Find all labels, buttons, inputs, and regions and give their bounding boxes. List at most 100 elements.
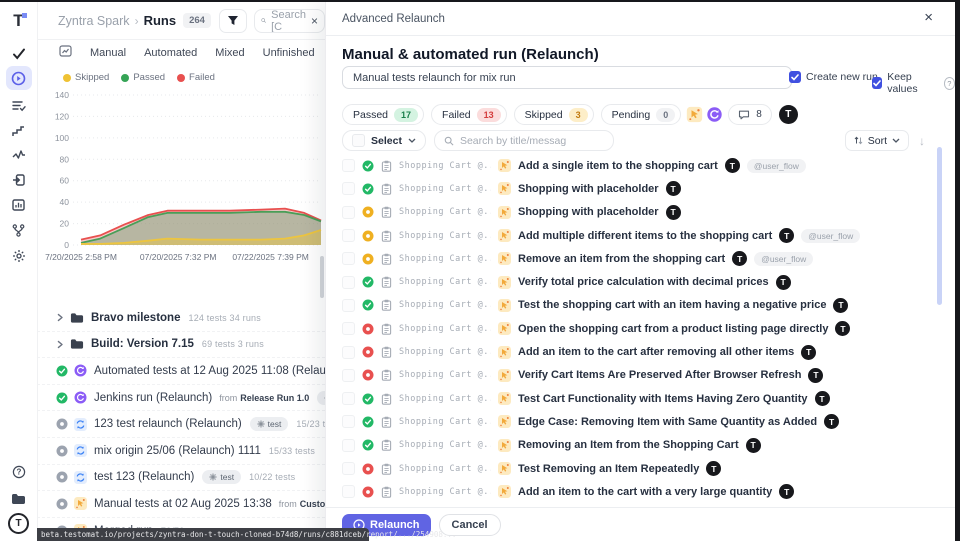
run-row[interactable]: Manual tests at 02 Aug 2025 13:38 from C… xyxy=(37,490,325,517)
test-row[interactable]: Shopping Cart @... Add multiple differen… xyxy=(342,224,921,247)
run-title[interactable]: test 123 (Relaunch) xyxy=(94,471,194,483)
test-checkbox[interactable] xyxy=(342,252,355,265)
sidebar-item-help[interactable]: ? xyxy=(0,460,37,484)
filter-chip-pending[interactable]: Pending 0 xyxy=(601,104,682,125)
test-title[interactable]: Edge Case: Removing Item with Same Quant… xyxy=(518,416,817,428)
test-checkbox[interactable] xyxy=(342,322,355,335)
test-row[interactable]: Shopping Cart @... Remove an item from t… xyxy=(342,247,921,270)
tab-automated[interactable]: Automated xyxy=(135,47,206,59)
test-title[interactable]: Test Cart Functionality with Items Havin… xyxy=(518,393,808,405)
test-row[interactable]: Shopping Cart @... Edge Case: Removing I… xyxy=(342,410,921,433)
test-title[interactable]: Add an item to the cart with a very larg… xyxy=(518,486,772,498)
sidebar-item-branches[interactable] xyxy=(0,218,37,242)
test-checkbox[interactable] xyxy=(342,346,355,359)
select-all-checkbox[interactable] xyxy=(352,134,365,147)
run-name-input[interactable] xyxy=(342,66,792,89)
sidebar-item-test-plans[interactable] xyxy=(0,94,37,118)
breadcrumb-page[interactable]: Runs xyxy=(144,13,177,28)
select-dropdown[interactable]: Select xyxy=(342,130,426,151)
expand-chevron-icon[interactable] xyxy=(56,340,64,349)
run-row[interactable]: mix origin 25/06 (Relaunch) 1111 15/33 t… xyxy=(37,437,325,464)
milestone-title[interactable]: Build: Version 7.15 xyxy=(91,338,194,350)
run-row[interactable]: test 123 (Relaunch) test 10/22 tests xyxy=(37,464,325,491)
test-checkbox[interactable] xyxy=(342,159,355,172)
sidebar-item-settings[interactable] xyxy=(0,244,37,268)
test-title[interactable]: Open the shopping cart from a product li… xyxy=(518,323,828,335)
test-checkbox[interactable] xyxy=(342,206,355,219)
run-title[interactable]: mix origin 25/06 (Relaunch) 1111 xyxy=(94,445,261,457)
run-row[interactable]: Jenkins run (Relaunch) from Release Run … xyxy=(37,384,325,411)
search-clear-icon[interactable]: × xyxy=(311,14,318,28)
test-checkbox[interactable] xyxy=(342,299,355,312)
automated-type-filter[interactable] xyxy=(708,108,721,121)
test-title[interactable]: Remove an item from the shopping cart xyxy=(518,253,725,265)
keep-values-checkbox[interactable]: Keep values ? xyxy=(872,71,955,95)
manual-type-filter[interactable] xyxy=(688,108,701,121)
sidebar-item-import[interactable] xyxy=(0,168,37,192)
sidebar-profile[interactable]: T xyxy=(0,511,37,535)
run-title[interactable]: Jenkins run (Relaunch) xyxy=(94,392,212,404)
chart-toggle-icon[interactable] xyxy=(59,44,72,62)
sidebar-item-analytics[interactable] xyxy=(0,143,37,167)
test-title[interactable]: Add an item to the cart after removing a… xyxy=(518,346,794,358)
sidebar-item-tests[interactable] xyxy=(0,42,37,66)
test-title[interactable]: Add a single item to the shopping cart xyxy=(518,160,718,172)
test-checkbox[interactable] xyxy=(342,276,355,289)
test-title[interactable]: Shopping with placeholder xyxy=(518,183,659,195)
test-row[interactable]: Shopping Cart @... Add an item to the ca… xyxy=(342,340,921,363)
run-title[interactable]: Manual tests at 02 Aug 2025 13:38 xyxy=(94,498,272,510)
tab-manual[interactable]: Manual xyxy=(81,47,135,59)
test-checkbox[interactable] xyxy=(342,392,355,405)
assignee-filter-avatar[interactable]: T xyxy=(779,105,798,124)
test-checkbox[interactable] xyxy=(342,439,355,452)
test-checkbox[interactable] xyxy=(342,182,355,195)
app-logo[interactable]: T xyxy=(0,8,37,32)
sidebar-item-projects[interactable] xyxy=(0,487,37,511)
test-title[interactable]: Test the shopping cart with an item havi… xyxy=(518,299,826,311)
test-row[interactable]: Shopping Cart @... Add an item to the ca… xyxy=(342,480,921,503)
test-row[interactable]: Shopping Cart @... Test the shopping car… xyxy=(342,294,921,317)
sidebar-item-runs[interactable] xyxy=(0,66,37,90)
test-row[interactable]: Shopping Cart @... Open the shopping car… xyxy=(342,317,921,340)
tab-unfinished[interactable]: Unfinished xyxy=(254,47,324,59)
test-row[interactable]: Shopping Cart @... Shopping with placeho… xyxy=(342,177,921,200)
legend-item[interactable]: Failed xyxy=(177,72,215,83)
test-row[interactable]: Shopping Cart @... Verify total price ca… xyxy=(342,270,921,293)
sort-button[interactable]: Sort xyxy=(845,130,909,151)
legend-item[interactable]: Skipped xyxy=(63,72,109,83)
panel-scrollbar[interactable] xyxy=(937,147,942,305)
test-checkbox[interactable] xyxy=(342,369,355,382)
test-title[interactable]: Test Removing an Item Repeatedly xyxy=(518,463,699,475)
filter-chip-passed[interactable]: Passed 17 xyxy=(342,104,424,125)
milestone-title[interactable]: Bravo milestone xyxy=(91,312,180,324)
run-row[interactable]: Automated tests at 12 Aug 2025 11:08 (Re… xyxy=(37,357,325,384)
run-row[interactable]: 123 test relaunch (Relaunch) test 15/23 … xyxy=(37,410,325,437)
test-checkbox[interactable] xyxy=(342,415,355,428)
filter-chip-failed[interactable]: Failed 13 xyxy=(431,104,507,125)
runs-search-input[interactable]: Search [C × xyxy=(254,9,325,33)
test-title[interactable]: Verify Cart Items Are Preserved After Br… xyxy=(518,369,801,381)
test-checkbox[interactable] xyxy=(342,485,355,498)
filter-chip-skipped[interactable]: Skipped 3 xyxy=(514,104,594,125)
tab-mixed[interactable]: Mixed xyxy=(206,47,253,59)
test-checkbox[interactable] xyxy=(342,462,355,475)
comments-filter[interactable]: 8 xyxy=(728,104,772,125)
main-scrollbar[interactable] xyxy=(320,256,324,298)
help-icon[interactable]: ? xyxy=(944,77,955,90)
test-row[interactable]: Shopping Cart @... Test Cart Functionali… xyxy=(342,387,921,410)
legend-item[interactable]: Passed xyxy=(121,72,165,83)
test-title[interactable]: Add multiple different items to the shop… xyxy=(518,230,772,242)
test-title[interactable]: Verify total price calculation with deci… xyxy=(518,276,769,288)
test-title[interactable]: Shopping with placeholder xyxy=(518,206,659,218)
download-arrow-icon[interactable]: ↓ xyxy=(919,134,925,148)
sidebar-item-reports[interactable] xyxy=(0,193,37,217)
milestone-row[interactable]: Build: Version 7.15 69 tests 3 runs xyxy=(37,331,325,358)
create-new-run-checkbox[interactable]: Create new run xyxy=(789,71,878,83)
test-checkbox[interactable] xyxy=(342,229,355,242)
filter-button[interactable] xyxy=(219,9,247,33)
test-title[interactable]: Removing an Item from the Shopping Cart xyxy=(518,439,739,451)
tests-search-input[interactable]: Search by title/messag xyxy=(434,130,614,151)
close-icon[interactable]: × xyxy=(924,9,933,27)
expand-chevron-icon[interactable] xyxy=(56,313,64,322)
test-row[interactable]: Shopping Cart @... Add a single item to … xyxy=(342,154,921,177)
